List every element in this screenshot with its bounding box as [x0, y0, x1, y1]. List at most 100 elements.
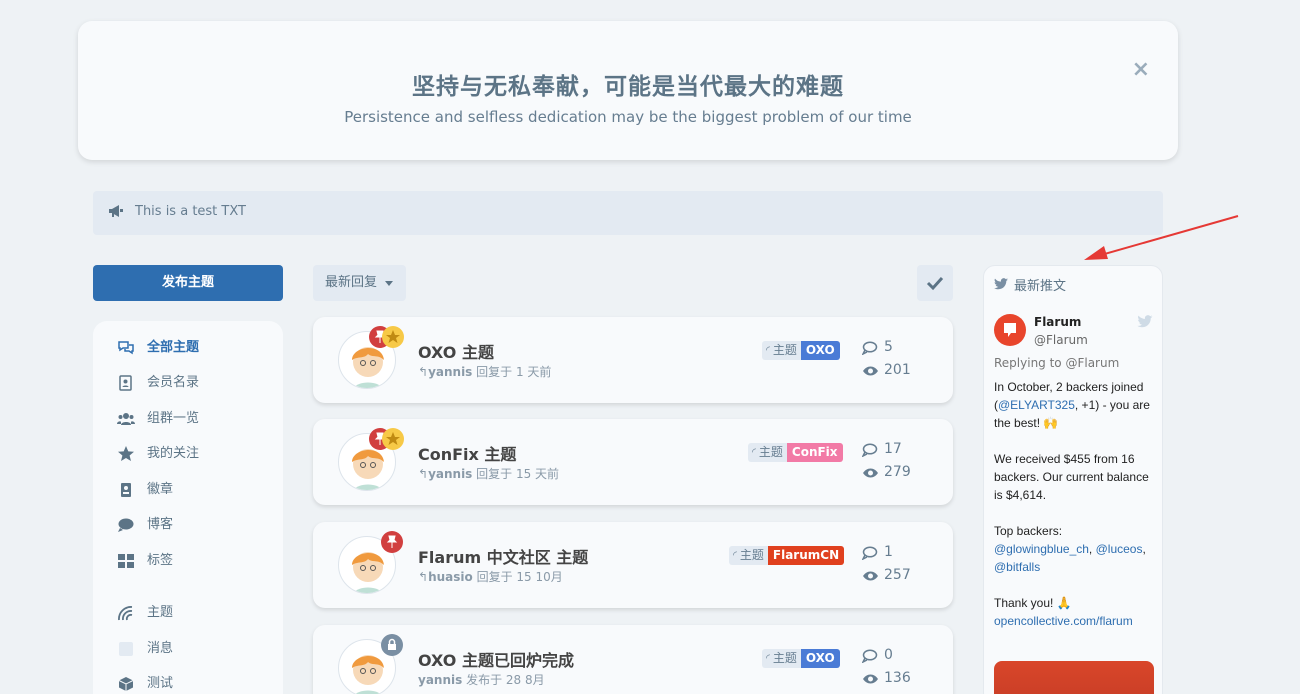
sidebar-item-label: 消息	[147, 641, 174, 656]
sidebar-nav: 全部主题 会员名录 组群一览 我的关注 徽章 博客 标签 主题 消息 测试	[93, 321, 283, 694]
discussion-meta: ↰yannis 回复于 1 天前	[418, 363, 551, 380]
tweet-author-name[interactable]: Flarum	[1034, 315, 1081, 329]
caret-down-icon	[385, 281, 393, 286]
hero-banner: 坚持与无私奉献，可能是当代最大的难题 Persistence and selfl…	[78, 21, 1178, 160]
id-badge-icon	[121, 483, 131, 497]
discussion-item[interactable]: OXO 主题 ↰yannis 回复于 1 天前 ◜ 主题 OXO 5 201	[313, 317, 953, 403]
discussion-user[interactable]: yannis	[418, 673, 462, 687]
discussion-title[interactable]: Flarum 中文社区 主题	[418, 544, 588, 568]
discussion-time: 回复于 15 10月	[476, 570, 563, 584]
tag-secondary[interactable]: FlarumCN	[767, 546, 845, 565]
reply-icon: ↰	[418, 570, 429, 584]
annotation-arrow	[1084, 215, 1239, 260]
tag-group[interactable]: ◜ 主题 OXO	[762, 649, 840, 668]
tag-secondary[interactable]: OXO	[800, 649, 840, 668]
comment-icon	[862, 341, 878, 355]
star-icon	[382, 428, 404, 450]
tag-topic[interactable]: ◜ 主题	[748, 443, 787, 462]
tag-topic[interactable]: ◜ 主题	[762, 341, 801, 360]
hero-subtitle: Persistence and selfless dedication may …	[344, 108, 912, 126]
start-discussion-button[interactable]: 发布主题	[93, 265, 283, 301]
users-icon	[117, 413, 135, 425]
rainbow-icon: ◜	[752, 447, 756, 458]
address-book-icon	[119, 375, 132, 391]
eye-icon	[863, 674, 878, 684]
eye-icon	[863, 468, 878, 478]
check-icon	[926, 276, 944, 291]
discussion-title[interactable]: OXO 主题	[418, 339, 494, 363]
tag-secondary[interactable]: OXO	[800, 341, 840, 360]
twitter-icon	[994, 278, 1008, 290]
tag-secondary[interactable]: ConFix	[786, 443, 843, 462]
mark-all-read-button[interactable]	[917, 265, 953, 301]
rainbow-icon	[118, 606, 133, 621]
sidebar-item-label: 全部主题	[147, 340, 200, 355]
reply-icon: ↰	[418, 365, 429, 379]
tag-group[interactable]: ◜ 主题 ConFix	[748, 443, 843, 462]
sidebar-item-label: 我的关注	[147, 446, 200, 461]
lock-icon	[381, 634, 403, 656]
external-link[interactable]: opencollective.com/flarum	[994, 612, 1156, 630]
announcement-bar: This is a test TXT	[93, 191, 1163, 235]
comment-icon	[862, 649, 878, 663]
square-icon	[119, 642, 133, 656]
discussion-time: 回复于 15 天前	[476, 467, 560, 481]
close-icon[interactable]: ×	[1132, 57, 1150, 82]
discussion-user[interactable]: yannis	[428, 365, 472, 379]
rainbow-icon: ◜	[766, 345, 770, 356]
sidebar-item-label: 标签	[147, 553, 174, 568]
tweet-media[interactable]	[994, 661, 1154, 694]
discussion-time: 回复于 1 天前	[476, 365, 552, 379]
discussion-item[interactable]: Flarum 中文社区 主题 ↰huasio 回复于 15 10月 ◜ 主题 Fl…	[313, 522, 953, 608]
sort-label: 最新回复	[325, 275, 378, 290]
discussion-meta: ↰huasio 回复于 15 10月	[418, 568, 563, 585]
discussion-user[interactable]: huasio	[428, 570, 473, 584]
discussion-meta: yannis 发布于 28 8月	[418, 671, 545, 688]
discussion-meta: ↰yannis 回复于 15 天前	[418, 465, 559, 482]
sidebar-item-label: 博客	[147, 517, 174, 532]
discussion-title[interactable]: OXO 主题已回炉完成	[418, 647, 574, 671]
sidebar-item-label: 徽章	[147, 482, 174, 497]
bullhorn-icon	[109, 205, 123, 217]
twitter-bird-icon[interactable]	[1137, 315, 1153, 328]
tweet-body: In October, 2 backers joined (@ELYART325…	[994, 378, 1156, 630]
flarum-logo[interactable]	[994, 314, 1026, 346]
discussion-item[interactable]: ConFix 主题 ↰yannis 回复于 15 天前 ◜ 主题 ConFix 1…	[313, 419, 953, 505]
reply-icon: ↰	[418, 467, 429, 481]
tag-topic[interactable]: ◜ 主题	[762, 649, 801, 668]
rainbow-icon: ◜	[733, 550, 737, 561]
grid-icon	[118, 554, 134, 568]
mention-link[interactable]: @luceos	[1096, 542, 1143, 556]
announcement-text: This is a test TXT	[135, 204, 246, 219]
widget-title: 最新推文	[1014, 279, 1067, 294]
tweet-paragraph: Thank you! 🙏	[994, 596, 1072, 610]
rainbow-icon: ◜	[766, 653, 770, 664]
pin-icon	[381, 531, 403, 553]
sidebar-item-label: 主题	[147, 605, 174, 620]
tag-group[interactable]: ◜ 主题 OXO	[762, 341, 840, 360]
eye-icon	[863, 571, 878, 581]
comment-icon	[118, 518, 134, 532]
sort-dropdown[interactable]: 最新回复	[313, 265, 406, 301]
mention-link[interactable]: @bitfalls	[994, 560, 1040, 574]
tag-topic[interactable]: ◜ 主题	[729, 546, 768, 565]
discussion-title[interactable]: ConFix 主题	[418, 441, 516, 465]
discussion-time: 发布于 28 8月	[466, 673, 545, 687]
sidebar-item-label: 会员名录	[147, 375, 200, 390]
sidebar-item-label: 测试	[147, 676, 174, 691]
comments-icon	[118, 341, 134, 355]
twitter-widget: 最新推文 Flarum @Flarum Replying to @Flarum …	[983, 265, 1163, 694]
cube-icon	[118, 677, 134, 691]
mention-link[interactable]: @ELYART325	[998, 398, 1075, 412]
discussion-item[interactable]: OXO 主题已回炉完成 yannis 发布于 28 8月 ◜ 主题 OXO 0 1…	[313, 625, 953, 694]
mention-link[interactable]: @glowingblue_ch	[994, 542, 1089, 556]
tweet-reply-context[interactable]: Replying to @Flarum	[994, 356, 1119, 370]
tag-group[interactable]: ◜ 主题 FlarumCN	[729, 546, 845, 565]
eye-icon	[863, 366, 878, 376]
comment-icon	[862, 443, 878, 457]
sidebar-item-label: 组群一览	[147, 411, 200, 426]
hero-title: 坚持与无私奉献，可能是当代最大的难题	[412, 74, 844, 100]
tweet-author-handle[interactable]: @Flarum	[1034, 333, 1088, 347]
star-icon	[382, 326, 404, 348]
discussion-user[interactable]: yannis	[428, 467, 472, 481]
